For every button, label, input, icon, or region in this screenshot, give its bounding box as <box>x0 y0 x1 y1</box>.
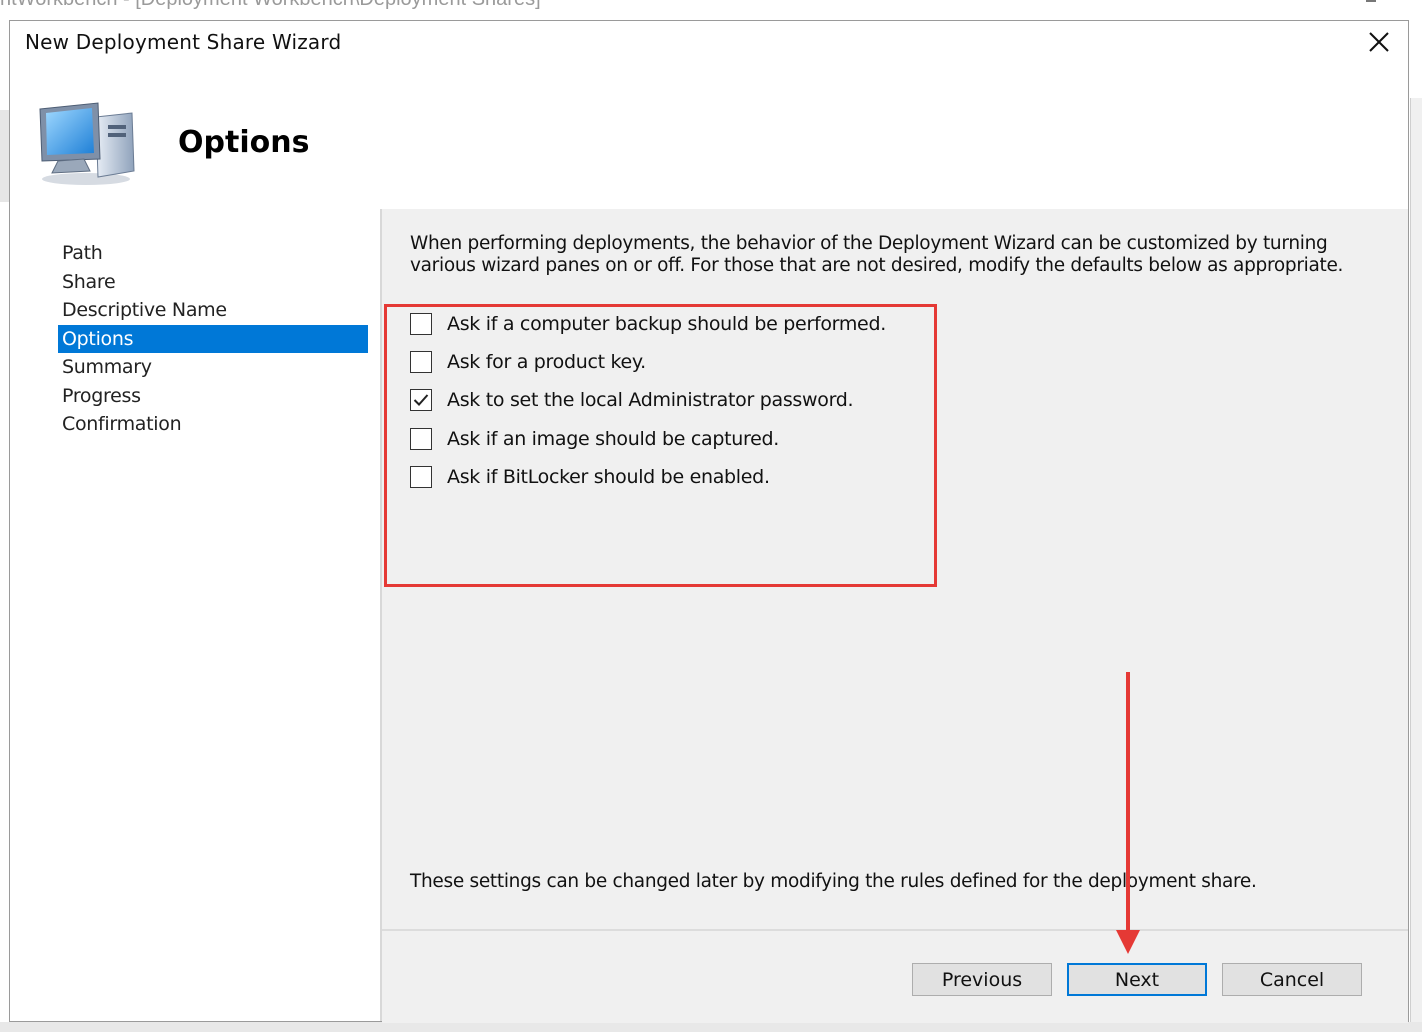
wizard-header: Options <box>10 65 1408 209</box>
wizard-steps-list: Path Share Descriptive Name Options Summ… <box>58 239 368 439</box>
checkbox-admin-password[interactable] <box>410 389 432 411</box>
intro-line-2: various wizard panes on or off. For thos… <box>410 255 1344 276</box>
step-confirmation[interactable]: Confirmation <box>58 410 368 439</box>
cancel-button[interactable]: Cancel <box>1222 963 1362 996</box>
option-computer-backup[interactable]: Ask if a computer backup should be perfo… <box>410 310 886 338</box>
option-label: Ask for a product key. <box>447 351 646 373</box>
option-product-key[interactable]: Ask for a product key. <box>410 348 646 376</box>
wizard-steps-pane: Path Share Descriptive Name Options Summ… <box>10 209 380 1021</box>
previous-button[interactable]: Previous <box>912 963 1052 996</box>
option-label: Ask if an image should be captured. <box>447 428 779 450</box>
background-app-bottom-edge <box>0 1022 1422 1032</box>
options-content: When performing deployments, the behavio… <box>382 209 1408 929</box>
close-button[interactable] <box>1356 23 1402 61</box>
option-label: Ask if BitLocker should be enabled. <box>447 466 770 488</box>
option-admin-password[interactable]: Ask to set the local Administrator passw… <box>410 386 854 414</box>
step-progress[interactable]: Progress <box>58 382 368 411</box>
background-app-left-edge <box>0 110 9 202</box>
intro-line-1: When performing deployments, the behavio… <box>410 233 1328 254</box>
checkmark-icon <box>413 394 429 406</box>
step-descriptive-name[interactable]: Descriptive Name <box>58 296 368 325</box>
wizard-button-bar: Previous Next Cancel <box>382 929 1408 1023</box>
background-app-right-edge <box>1410 98 1422 1032</box>
option-label: Ask if a computer backup should be perfo… <box>447 313 886 335</box>
background-minimize-mark <box>1366 0 1376 2</box>
background-window-title: ntWorkbench - [Deployment Workbench\Depl… <box>0 0 541 10</box>
page-title: Options <box>178 125 310 160</box>
title-bar: New Deployment Share Wizard <box>10 21 1408 65</box>
close-icon <box>1369 32 1389 52</box>
dialog-title: New Deployment Share Wizard <box>25 30 342 54</box>
checkbox-bitlocker[interactable] <box>410 466 432 488</box>
computer-icon <box>39 102 135 185</box>
step-summary[interactable]: Summary <box>58 353 368 382</box>
arrow-annotation-line <box>1126 672 1130 934</box>
wizard-dialog: New Deployment Share Wizard Options Path… <box>9 20 1409 1023</box>
option-label: Ask to set the local Administrator passw… <box>447 389 854 411</box>
option-bitlocker[interactable]: Ask if BitLocker should be enabled. <box>410 463 770 491</box>
next-button[interactable]: Next <box>1067 963 1207 996</box>
checkbox-computer-backup[interactable] <box>410 313 432 335</box>
checkbox-product-key[interactable] <box>410 351 432 373</box>
checkbox-image-capture[interactable] <box>410 428 432 450</box>
option-image-capture[interactable]: Ask if an image should be captured. <box>410 425 779 453</box>
intro-text: When performing deployments, the behavio… <box>410 233 1370 277</box>
step-share[interactable]: Share <box>58 268 368 297</box>
step-path[interactable]: Path <box>58 239 368 268</box>
step-options[interactable]: Options <box>58 324 368 353</box>
arrow-annotation-head <box>1116 930 1140 954</box>
